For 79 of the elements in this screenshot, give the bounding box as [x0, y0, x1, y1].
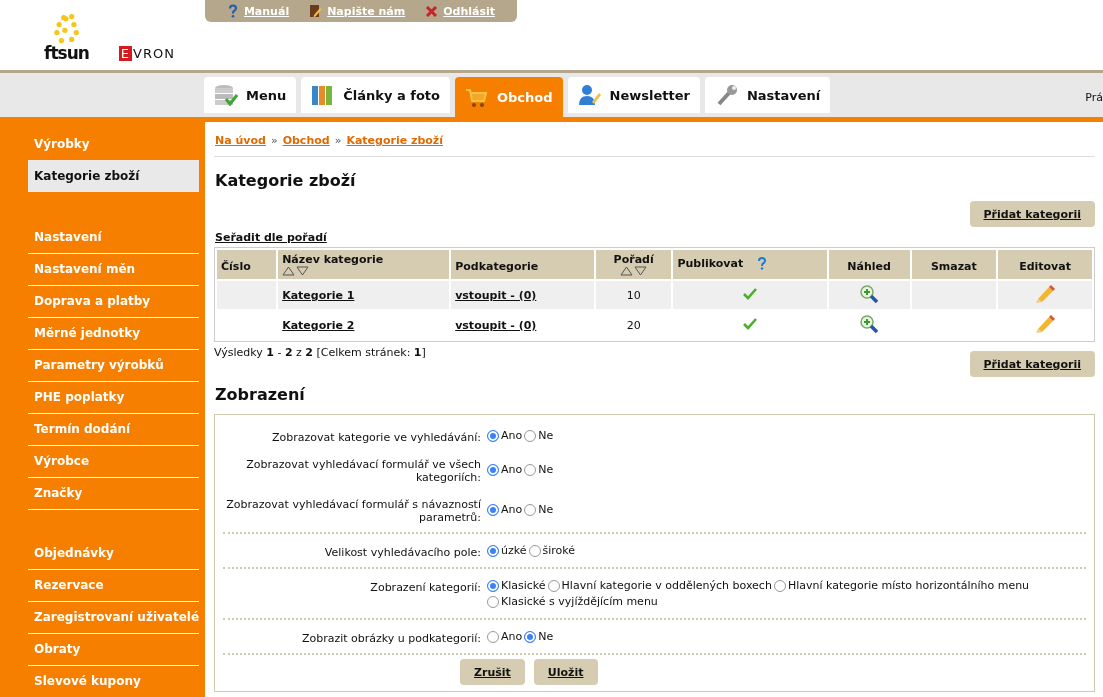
check-icon[interactable] [743, 317, 758, 330]
radio-option[interactable]: Ano [487, 629, 523, 645]
column-header: Smazat [911, 250, 997, 279]
radio-button[interactable] [487, 580, 499, 592]
radio-option[interactable]: Ano [487, 455, 523, 484]
stack-check-icon [214, 84, 238, 106]
user-pencil-icon [577, 84, 602, 106]
zoom-in-icon[interactable] [859, 314, 880, 333]
brand-logo: E VRON [118, 46, 175, 61]
radio-button[interactable] [487, 463, 499, 476]
sort-arrows-icon[interactable] [619, 266, 648, 276]
check-icon[interactable] [743, 287, 758, 300]
breadcrumb-separator: » [334, 134, 342, 147]
logo-text: ftsun [44, 44, 89, 62]
radio-button[interactable] [524, 430, 537, 442]
breadcrumb-separator: » [270, 134, 278, 147]
radio-button[interactable] [487, 631, 499, 643]
radio-option[interactable]: Klasické [487, 578, 546, 594]
radio-button[interactable] [524, 463, 537, 476]
column-header: Náhled [828, 250, 910, 279]
help-icon[interactable] [757, 257, 768, 270]
nav-tab[interactable]: Nastavení [704, 77, 831, 113]
radio-button[interactable] [528, 545, 541, 557]
column-header: Editovat [998, 250, 1092, 279]
column-header: Číslo [217, 250, 277, 279]
pencil-icon[interactable] [1035, 313, 1056, 334]
form-button[interactable]: Zrušit [460, 659, 525, 685]
nav-tab[interactable]: Menu [204, 77, 297, 113]
radio-button[interactable] [487, 596, 499, 608]
radio-button[interactable] [547, 580, 560, 592]
sort-arrows-icon[interactable] [282, 266, 311, 276]
pencil-icon[interactable] [1035, 283, 1056, 304]
field-label: Zobrazit obrázky u podkategorií: [300, 632, 482, 645]
nav-tab[interactable]: Články a foto [301, 77, 450, 113]
zoom-in-icon[interactable] [859, 284, 880, 303]
radio-option[interactable]: široké [528, 543, 576, 559]
sidebar-item[interactable]: Kategorie zboží [28, 160, 199, 192]
field-label: Zobrazovat kategorie ve vyhledávání: [271, 431, 482, 444]
category-link[interactable]: Kategorie 2 [282, 318, 355, 332]
user-label: Prá [1085, 90, 1103, 104]
radio-option[interactable]: Ano [487, 428, 523, 444]
radio-button[interactable] [524, 631, 537, 643]
radio-button[interactable] [487, 430, 499, 442]
page-title: Kategorie zboží [215, 171, 357, 190]
radio-option[interactable]: Ne [524, 629, 554, 645]
subcategory-link[interactable]: vstoupit - (0) [455, 318, 537, 332]
radio-button[interactable] [773, 580, 786, 592]
sort-link[interactable]: Seřadit dle pořadí [215, 231, 1095, 244]
section-title: Zobrazení [215, 385, 306, 404]
cart-icon [464, 86, 489, 108]
column-header: Publikovat [673, 250, 827, 279]
order-cell: 10 [595, 281, 672, 309]
form-button[interactable]: Uložit [533, 659, 598, 685]
field-label: Zobrazovat vyhledávací formulář s návazností parametrů: [225, 498, 482, 524]
radio-option[interactable]: Klasické s vyjíždějícím menu [487, 594, 658, 610]
radio-button[interactable] [524, 503, 537, 516]
field-label: Velikost vyhledávacího pole: [323, 546, 482, 559]
column-header: Pořadí [595, 250, 672, 279]
field-label: Zobrazení kategorií: [369, 581, 482, 596]
radio-option[interactable]: Ne [524, 495, 554, 524]
order-cell-text: 20 [625, 317, 642, 334]
radio-option[interactable]: Ne [524, 455, 554, 484]
radio-button[interactable] [487, 503, 499, 516]
radio-option[interactable]: Ne [524, 428, 554, 444]
radio-option[interactable]: Hlavní kategorie v oddělených boxech [547, 578, 772, 594]
field-label: Zobrazovat vyhledávací formulář ve všech kategoriích: [245, 458, 482, 484]
radio-option[interactable]: úzké [487, 543, 527, 559]
nav-tab[interactable]: Newsletter [567, 77, 700, 113]
help-icon [226, 4, 239, 18]
notebook-pencil-icon [309, 4, 323, 18]
column-header: Podkategorie [451, 250, 594, 279]
radio-button[interactable] [487, 545, 499, 557]
radio-option[interactable]: Hlavní kategorie místo horizontálního menu [773, 578, 1030, 594]
close-icon [425, 4, 439, 18]
add-category-button[interactable]: Přidat kategorii [969, 201, 1095, 227]
column-header: Název kategorie [278, 250, 450, 279]
add-category-button[interactable]: Přidat kategorii [969, 351, 1095, 377]
radio-option[interactable]: Ano [487, 495, 523, 524]
pagination-text: Výsledky 1 - 2 z 2 [Celkem stránek: 1] [214, 346, 426, 359]
